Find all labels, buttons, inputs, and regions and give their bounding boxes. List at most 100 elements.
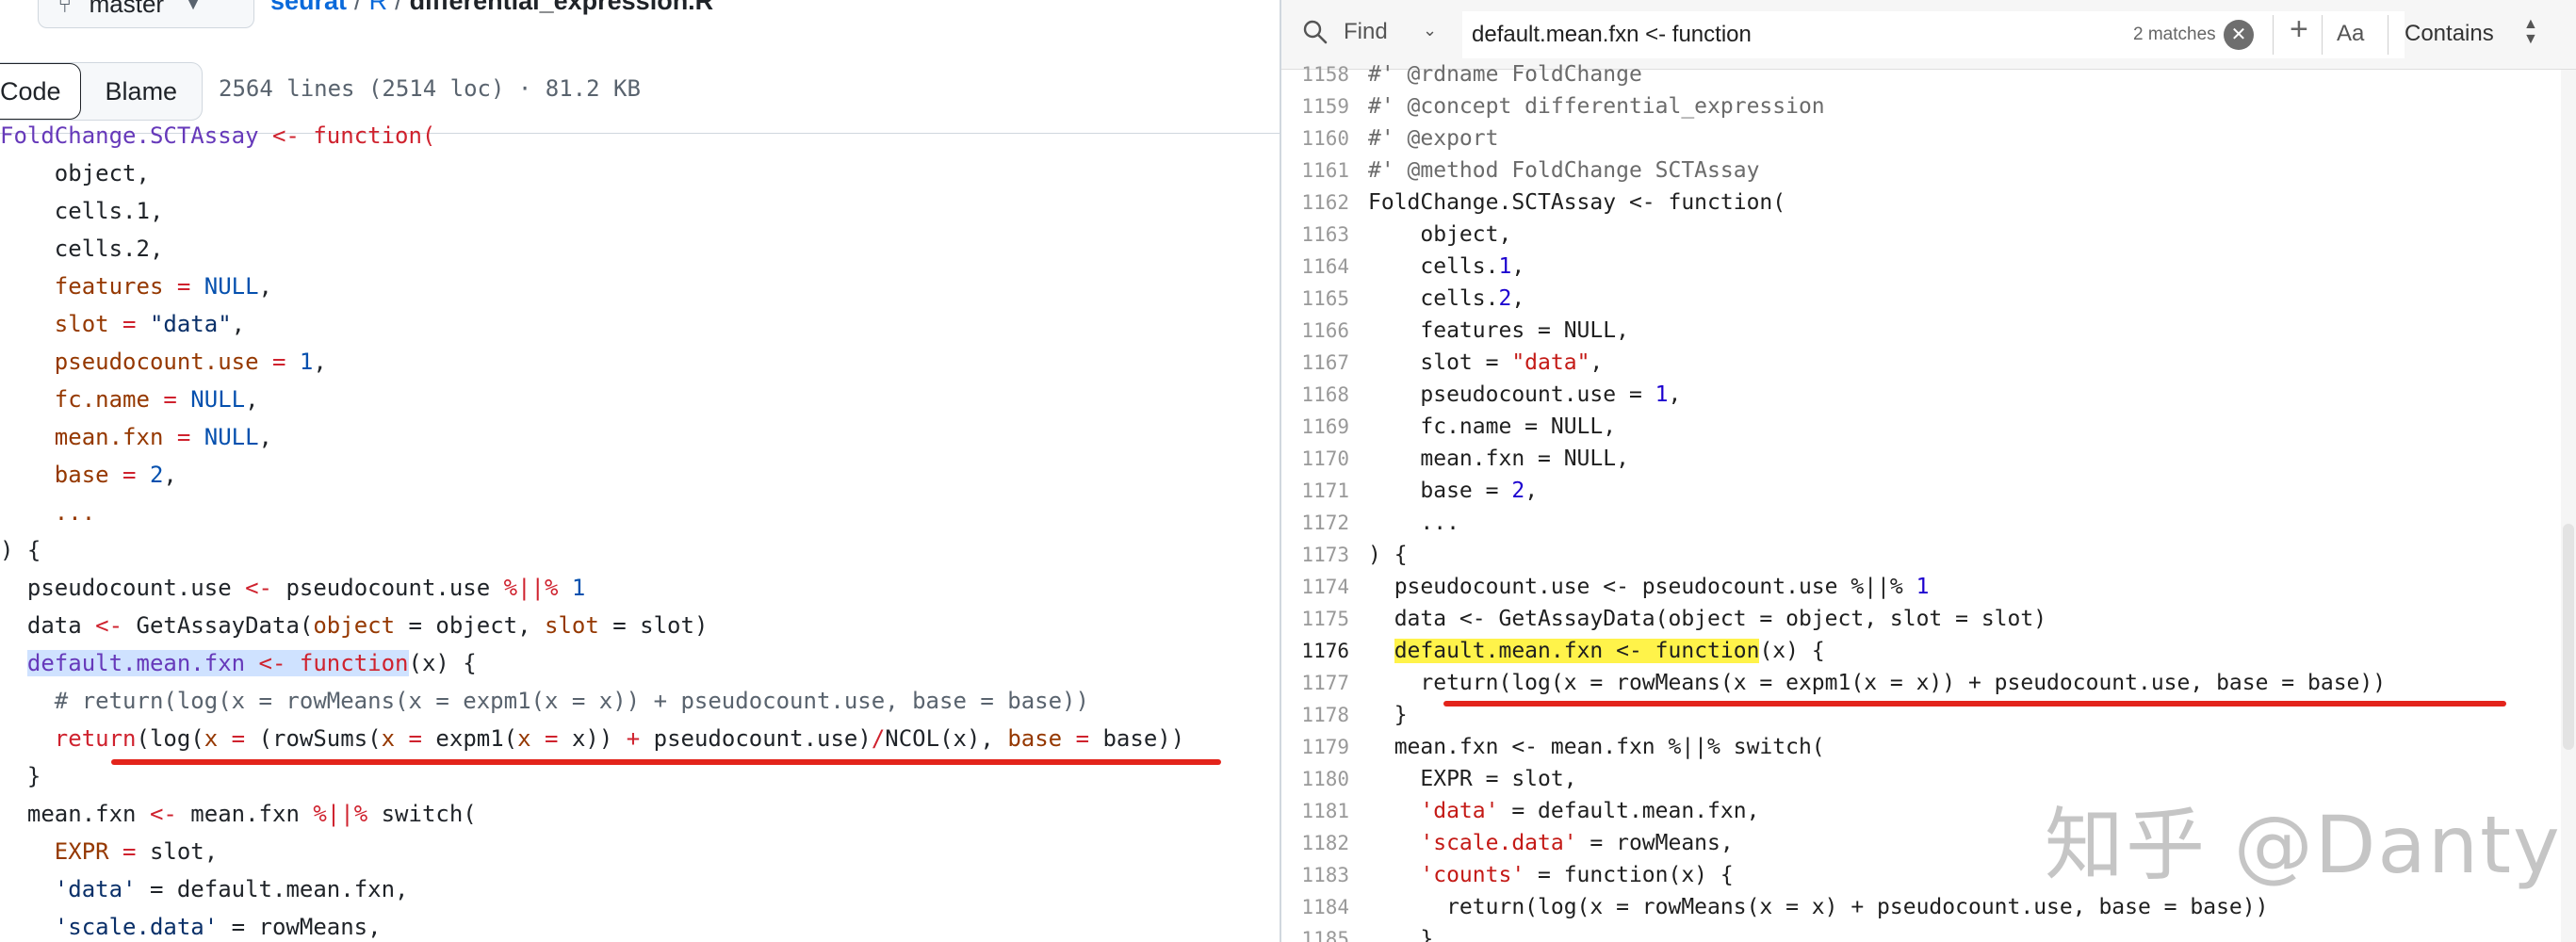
code-token: NCOL(x), [885, 725, 1008, 752]
code-token: object, [1368, 222, 1512, 247]
line-number: 1161 [1301, 159, 1349, 182]
line-number: 1169 [1301, 415, 1349, 438]
line-number: 1185 [1301, 928, 1349, 942]
find-input[interactable] [1462, 11, 2405, 58]
code-line: 1161 #' @method FoldChange SCTAssay [1281, 154, 2576, 187]
code-token: <- [271, 122, 300, 149]
code-token: slot, [136, 838, 219, 865]
breadcrumb-repo[interactable]: seurat [270, 0, 347, 15]
code-token: pseudocount.use [0, 349, 272, 375]
code-token: + [626, 725, 641, 752]
line-source: pseudocount.use = 1, [1349, 379, 1681, 411]
breadcrumb-dir[interactable]: R [369, 0, 388, 15]
chevron-down-icon[interactable]: ⌄ [1423, 21, 1437, 41]
code-token: "data" [136, 311, 232, 337]
code-token: 'data' [1420, 799, 1499, 823]
code-token: (x) { [408, 650, 477, 676]
code-token: mean.fxn = NULL, [1368, 447, 1629, 471]
code-line: 1166 features = NULL, [1281, 315, 2576, 347]
code-token: return(log(x = rowMeans(x = x) + pseudoc… [1368, 895, 2269, 919]
line-number: 1183 [1301, 864, 1349, 886]
line-number: 1170 [1301, 447, 1349, 470]
code-token: 2 [1511, 479, 1525, 503]
code-token: = default.mean.fxn, [1498, 799, 1760, 823]
line-source: #' @export [1349, 122, 1498, 154]
divider [2273, 15, 2274, 55]
code-token: x)) [571, 725, 627, 752]
code-token: } [1368, 703, 1408, 727]
breadcrumb-file: differential_expression.R [409, 0, 714, 15]
breadcrumb: seurat / R / differential_expression.R [270, 0, 713, 16]
code-token: NULL [176, 386, 246, 413]
line-number: 1177 [1301, 672, 1349, 694]
line-number: 1175 [1301, 608, 1349, 630]
match-case-toggle[interactable]: Aa [2337, 21, 2364, 47]
code-token: = [176, 273, 191, 300]
scrollbar[interactable] [2561, 70, 2576, 942]
code-line: 1176 default.mean.fxn <- function(x) { [1281, 635, 2576, 667]
code-line: ) { [0, 531, 1280, 569]
code-line: 'scale.data' = rowMeans, [0, 908, 1280, 942]
branch-selector[interactable]: ⑂ master ▼ [38, 0, 254, 28]
code-token: NULL [190, 424, 259, 450]
line-number: 1163 [1301, 223, 1349, 246]
line-source: cells.2, [1349, 283, 1524, 315]
code-line: 1159 #' @concept differential_expression [1281, 90, 2576, 122]
line-number: 1179 [1301, 736, 1349, 758]
line-source: fc.name = NULL, [1349, 411, 1616, 443]
line-source: object, [1349, 219, 1511, 251]
code-line: 1164 cells.1, [1281, 251, 2576, 283]
code-token: = [122, 311, 137, 337]
code-line: 1158 #' @rdname FoldChange [1281, 58, 2576, 90]
tab-code[interactable]: Code [0, 63, 81, 120]
code-token: cells. [1368, 254, 1499, 279]
updown-chevron-icon[interactable]: ▲ ▼ [2523, 17, 2538, 47]
line-source: features = NULL, [1349, 315, 1629, 347]
code-line: 1185 } [1281, 923, 2576, 942]
code-token: 'scale.data' [0, 914, 219, 940]
code-line: cells.2, [0, 230, 1280, 268]
code-line: mean.fxn <- mean.fxn %||% switch( [0, 795, 1280, 833]
code-token: , [313, 349, 327, 375]
code-token: , [163, 462, 177, 488]
match-mode-select[interactable]: Contains [2405, 21, 2494, 47]
code-token: = default.mean.fxn, [136, 876, 409, 902]
add-icon[interactable]: + [2290, 11, 2308, 48]
code-token: return(log(x = rowMeans(x = expm1(x = x)… [1368, 671, 2387, 695]
code-token: fc.name [0, 386, 164, 413]
code-token: pseudocount.use [0, 575, 246, 601]
code-token: cells. [1368, 286, 1499, 311]
code-line: 1163 object, [1281, 219, 2576, 251]
code-token: ) { [0, 537, 41, 563]
code-token: = function(x) { [1524, 863, 1734, 887]
tab-blame[interactable]: Blame [81, 63, 203, 120]
line-number: 1173 [1301, 544, 1349, 566]
code-line: 'data' = default.mean.fxn, [0, 870, 1280, 908]
code-token: , [1668, 382, 1682, 407]
code-token: , [1511, 254, 1525, 279]
code-line: fc.name = NULL, [0, 381, 1280, 418]
code-token: = [122, 462, 137, 488]
code-token: = [163, 386, 177, 413]
code-token: pseudocount.use <- pseudocount.use %||% [1368, 575, 1916, 599]
line-number: 1164 [1301, 255, 1349, 278]
code-line: FoldChange.SCTAssay <- function( [0, 117, 1280, 154]
code-token: 'counts' [1420, 863, 1525, 887]
view-toggle: Code Blame [0, 62, 204, 121]
code-token: , [258, 273, 272, 300]
code-line: object, [0, 154, 1280, 192]
line-source: ... [1349, 507, 1459, 539]
clear-search-icon[interactable]: ✕ [2224, 20, 2254, 50]
match-count: 2 matches [2133, 24, 2216, 44]
code-token: %||% [503, 575, 559, 601]
scrollbar-thumb[interactable] [2563, 524, 2574, 750]
find-mode-label[interactable]: Find [1344, 19, 1388, 45]
code-token: #' @rdname FoldChange [1368, 62, 1642, 87]
code-token: = [218, 725, 259, 752]
line-number: 1180 [1301, 768, 1349, 790]
code-token: (log( [136, 725, 204, 752]
code-token: = [530, 725, 572, 752]
line-source: EXPR = slot, [1349, 763, 1576, 795]
code-token: switch( [367, 801, 477, 827]
